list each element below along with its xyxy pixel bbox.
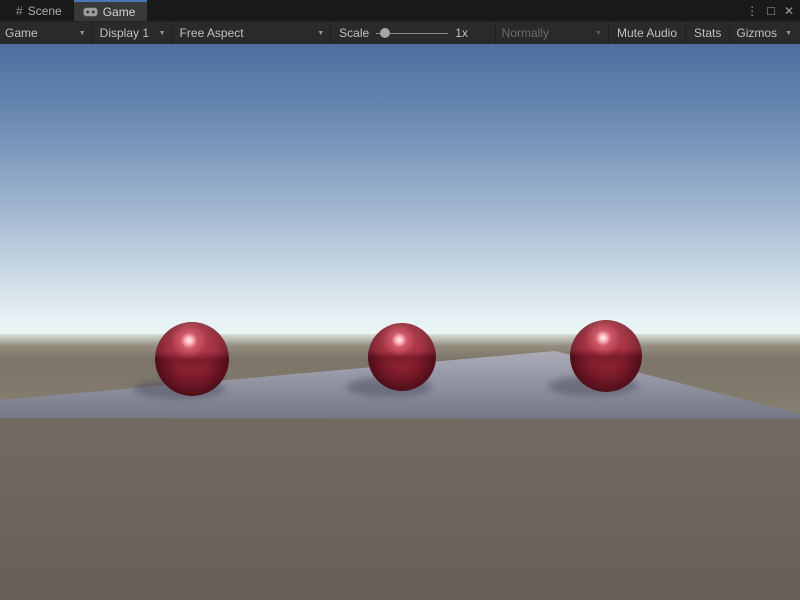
chevron-down-icon: ▼ — [159, 30, 166, 37]
panel-tab-bar: # Scene Game ⋮ □ ✕ — [0, 0, 800, 21]
scene-grid-icon: # — [16, 5, 23, 17]
red-sphere-2 — [368, 323, 436, 391]
tab-scene-label: Scene — [28, 4, 62, 18]
game-view-panel: # Scene Game ⋮ □ ✕ Game ▼ Display 1 — [0, 0, 800, 600]
mute-audio-button[interactable]: Mute Audio — [609, 22, 686, 44]
game-view-toolbar: Game ▼ Display 1 ▼ Free Aspect ▼ Scale 1… — [0, 21, 800, 44]
red-sphere-1 — [155, 322, 229, 396]
scene-overlay — [0, 44, 800, 600]
chevron-down-icon: ▼ — [785, 30, 792, 37]
tab-game[interactable]: Game — [74, 0, 148, 21]
gizmos-dropdown[interactable]: Gizmos ▼ — [730, 22, 800, 44]
close-icon[interactable]: ✕ — [784, 5, 794, 17]
stats-button[interactable]: Stats — [686, 22, 730, 44]
view-mode-dropdown[interactable]: Game ▼ — [0, 22, 93, 44]
scale-slider[interactable] — [376, 27, 448, 39]
tab-scene[interactable]: # Scene — [7, 0, 74, 21]
maximize-icon[interactable]: □ — [767, 4, 775, 17]
chevron-down-icon: ▼ — [317, 30, 324, 37]
scale-label: Scale — [339, 26, 369, 40]
chevron-down-icon: ▼ — [595, 30, 602, 37]
play-focus-dropdown: Normally ▼ — [495, 22, 609, 44]
panel-menu-icon[interactable]: ⋮ — [746, 5, 758, 17]
tab-game-label: Game — [103, 5, 136, 19]
game-render-viewport[interactable] — [0, 44, 800, 600]
scale-control: Scale 1x — [331, 22, 496, 44]
red-sphere-3 — [570, 320, 642, 392]
window-controls: ⋮ □ ✕ — [746, 0, 794, 21]
slider-knob[interactable] — [380, 28, 390, 38]
display-target-dropdown[interactable]: Display 1 ▼ — [93, 22, 173, 44]
aspect-ratio-dropdown[interactable]: Free Aspect ▼ — [173, 22, 332, 44]
chevron-down-icon: ▼ — [79, 30, 86, 37]
scale-value: 1x — [455, 26, 468, 40]
gamepad-icon — [83, 7, 98, 17]
